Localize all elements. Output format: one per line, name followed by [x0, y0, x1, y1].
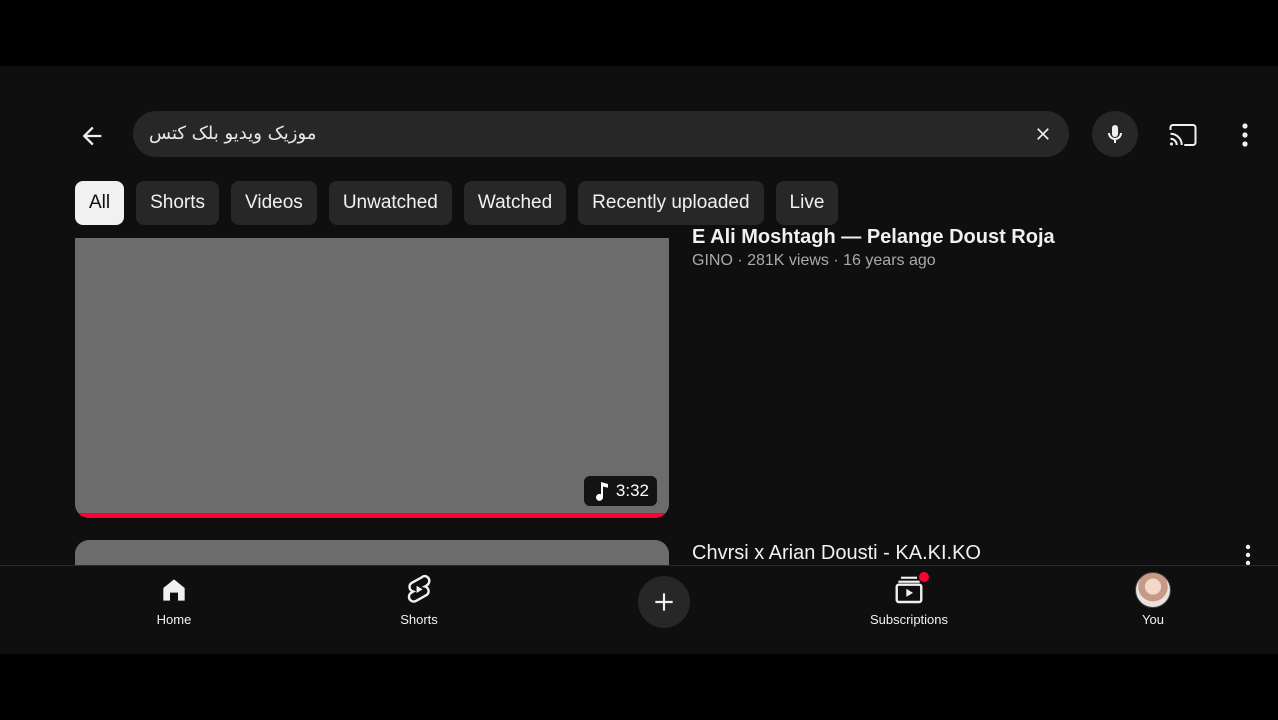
chip-unwatched[interactable]: Unwatched	[328, 181, 452, 225]
more-options-button[interactable]	[1230, 116, 1260, 154]
home-icon	[163, 579, 185, 601]
nav-home-label: Home	[156, 612, 192, 627]
more-vertical-icon	[1245, 544, 1251, 566]
chip-videos[interactable]: Videos	[231, 181, 317, 225]
nav-subscriptions-label: Subscriptions	[869, 612, 949, 627]
back-button[interactable]	[74, 118, 110, 154]
clear-search-button[interactable]	[1031, 122, 1055, 146]
create-button[interactable]	[638, 576, 690, 628]
arrow-left-icon	[82, 126, 102, 146]
duration-text: 3:32	[615, 481, 649, 500]
bottom-navigation: Home Shorts Subscriptions You	[0, 565, 1278, 654]
nav-home[interactable]: Home	[114, 572, 234, 634]
nav-shorts[interactable]: Shorts	[359, 572, 479, 634]
search-input[interactable]: موزیک ویدیو بلک کتس	[133, 111, 1069, 157]
notification-dot	[919, 572, 929, 582]
voice-search-button[interactable]	[1092, 111, 1138, 157]
chip-recently-uploaded[interactable]: Recently uploaded	[578, 181, 764, 225]
plus-icon	[655, 593, 673, 611]
video-title[interactable]: E Ali Moshtagh — Pelange Doust Roja	[692, 226, 1055, 249]
video-meta: GINO · 281K views · 16 years ago	[692, 252, 936, 269]
filter-chips: All Shorts Videos Unwatched Watched Rece…	[75, 181, 839, 225]
cast-icon	[1169, 124, 1197, 146]
shorts-icon	[407, 574, 431, 603]
duration-badge: 3:32	[583, 476, 657, 506]
music-note-icon	[595, 482, 608, 501]
close-icon	[1037, 128, 1049, 140]
nav-you-label: You	[1142, 612, 1164, 627]
watch-progress-bar	[75, 513, 669, 518]
chip-all[interactable]: All	[75, 181, 125, 225]
search-query[interactable]: موزیک ویدیو بلک کتس	[149, 111, 316, 157]
avatar	[1135, 572, 1171, 608]
video-title[interactable]: Chvrsi x Arian Dousti - KA.KI.KO	[692, 542, 981, 565]
cast-button[interactable]	[1164, 116, 1202, 154]
app-screen: موزیک ویدیو بلک کتس All Shorts Videos Un…	[0, 66, 1278, 654]
nav-subscriptions[interactable]: Subscriptions	[849, 572, 969, 634]
nav-you[interactable]: You	[1093, 572, 1213, 634]
microphone-icon	[1108, 125, 1122, 143]
video-thumbnail[interactable]: 3:32	[75, 238, 669, 518]
chip-live[interactable]: Live	[775, 181, 839, 225]
chip-watched[interactable]: Watched	[463, 181, 567, 225]
chip-shorts[interactable]: Shorts	[136, 181, 220, 225]
more-vertical-icon	[1242, 123, 1248, 147]
nav-shorts-label: Shorts	[400, 612, 438, 627]
